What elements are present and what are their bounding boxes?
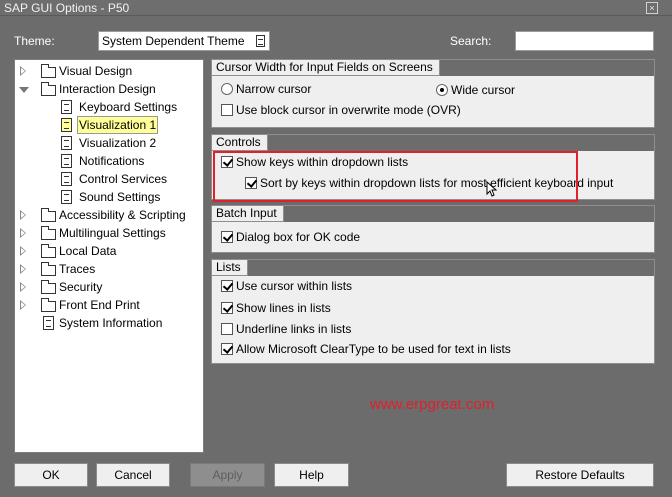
tree-item-label: Accessibility & Scripting — [59, 208, 186, 222]
folder-icon — [41, 298, 56, 312]
theme-label: Theme: — [14, 34, 55, 48]
expand-icon[interactable] — [20, 66, 26, 76]
option-label: Use cursor within lists — [236, 279, 353, 293]
checkbox[interactable] — [221, 280, 233, 292]
theme-value: System Dependent Theme — [102, 34, 245, 48]
expand-icon[interactable] — [20, 282, 26, 292]
tree-item-visual-design[interactable]: Visual Design — [15, 62, 203, 80]
expand-icon[interactable] — [20, 228, 26, 238]
folder-open-icon — [41, 82, 56, 96]
search-input[interactable] — [515, 31, 654, 51]
option-label: Underline links in lists — [236, 322, 352, 336]
options-tree: Visual Design Interaction Design Keyboar… — [14, 59, 204, 453]
option-label: Use block cursor in overwrite mode (OVR) — [236, 103, 461, 117]
tree-item-visualization-1[interactable]: Visualization 1 — [15, 116, 203, 134]
window-titlebar: SAP GUI Options - P50 × — [0, 0, 672, 16]
collapse-icon[interactable] — [19, 87, 29, 93]
ok-button[interactable]: OK — [14, 463, 88, 487]
checkbox[interactable] — [221, 231, 233, 243]
watermark-text: www.erpgreat.com — [370, 396, 495, 413]
apply-button[interactable]: Apply — [190, 463, 265, 487]
tree-item-label: Sound Settings — [79, 190, 161, 204]
expand-icon[interactable] — [20, 264, 26, 274]
expand-icon[interactable] — [20, 210, 26, 220]
tree-item-accessibility-scripting[interactable]: Accessibility & Scripting — [15, 206, 203, 224]
folder-icon — [41, 262, 56, 276]
tree-item-label: Visualization 1 — [77, 116, 159, 134]
tree-item-label: Visual Design — [59, 64, 133, 78]
document-icon — [43, 316, 54, 330]
tree-item-label: Interaction Design — [59, 82, 156, 96]
document-icon — [61, 100, 72, 114]
tree-item-label: Keyboard Settings — [79, 100, 178, 114]
document-icon — [61, 136, 72, 150]
tree-item-keyboard-settings[interactable]: Keyboard Settings — [15, 98, 203, 116]
restore-defaults-button[interactable]: Restore Defaults — [506, 463, 654, 487]
expand-icon[interactable] — [20, 246, 26, 256]
tree-item-visualization-2[interactable]: Visualization 2 — [15, 134, 203, 152]
value-help-icon[interactable] — [256, 35, 265, 47]
tree-item-label: Visualization 2 — [79, 136, 157, 150]
mouse-pointer-icon — [486, 181, 498, 197]
window-title: SAP GUI Options - P50 — [4, 1, 130, 15]
radio-button[interactable] — [436, 84, 448, 96]
option-label: Allow Microsoft ClearType to be used for… — [236, 342, 511, 356]
folder-icon — [41, 208, 56, 222]
radio-button[interactable] — [221, 83, 233, 95]
tree-item-label: Traces — [59, 262, 96, 276]
folder-icon — [41, 244, 56, 258]
tree-item-front-end-print[interactable]: Front End Print — [15, 296, 203, 314]
help-button[interactable]: Help — [274, 463, 349, 487]
tree-item-multilingual-settings[interactable]: Multilingual Settings — [15, 224, 203, 242]
expand-icon[interactable] — [20, 300, 26, 310]
group-lists: Lists Use cursor within lists Show lines… — [211, 259, 655, 364]
option-label: Show lines in lists — [236, 301, 331, 315]
checkbox[interactable] — [221, 104, 233, 116]
option-label: Dialog box for OK code — [236, 230, 361, 244]
tree-item-label: Multilingual Settings — [59, 226, 166, 240]
tree-item-label: Front End Print — [59, 298, 140, 312]
group-batch-input: Batch Input Dialog box for OK code — [211, 205, 655, 253]
group-title: Lists — [212, 260, 248, 276]
folder-icon — [41, 226, 56, 240]
checkbox[interactable] — [221, 323, 233, 335]
cancel-button[interactable]: Cancel — [96, 463, 170, 487]
document-icon — [61, 118, 72, 132]
document-icon — [61, 190, 72, 204]
theme-select[interactable]: System Dependent Theme — [98, 31, 270, 51]
checkbox[interactable] — [245, 177, 257, 189]
tree-item-label: Local Data — [59, 244, 117, 258]
document-icon — [61, 154, 72, 168]
tree-item-label: Security — [59, 280, 103, 294]
tree-item-system-information[interactable]: System Information — [15, 314, 203, 332]
group-title: Controls — [212, 135, 268, 151]
close-icon[interactable]: × — [646, 2, 658, 14]
folder-icon — [41, 64, 56, 78]
tree-item-label: System Information — [59, 316, 163, 330]
tree-item-local-data[interactable]: Local Data — [15, 242, 203, 260]
checkbox[interactable] — [221, 302, 233, 314]
option-label: Wide cursor — [451, 83, 516, 97]
option-label: Sort by keys within dropdown lists for m… — [260, 176, 614, 190]
search-label: Search: — [450, 34, 492, 48]
tree-item-interaction-design[interactable]: Interaction Design — [15, 80, 203, 98]
tree-item-label: Notifications — [79, 154, 145, 168]
tree-item-sound-settings[interactable]: Sound Settings — [15, 188, 203, 206]
tree-item-security[interactable]: Security — [15, 278, 203, 296]
checkbox[interactable] — [221, 156, 233, 168]
tree-item-traces[interactable]: Traces — [15, 260, 203, 278]
document-icon — [61, 172, 72, 186]
folder-icon — [41, 280, 56, 294]
group-title: Batch Input — [212, 206, 284, 222]
tree-item-control-services[interactable]: Control Services — [15, 170, 203, 188]
group-controls: Controls Show keys within dropdown lists… — [211, 134, 655, 200]
tree-item-label: Control Services — [79, 172, 168, 186]
option-label: Narrow cursor — [236, 82, 312, 96]
checkbox[interactable] — [221, 343, 233, 355]
group-title: Cursor Width for Input Fields on Screens — [212, 60, 440, 76]
option-label: Show keys within dropdown lists — [236, 155, 409, 169]
group-cursor-width: Cursor Width for Input Fields on Screens… — [211, 59, 655, 128]
tree-item-notifications[interactable]: Notifications — [15, 152, 203, 170]
